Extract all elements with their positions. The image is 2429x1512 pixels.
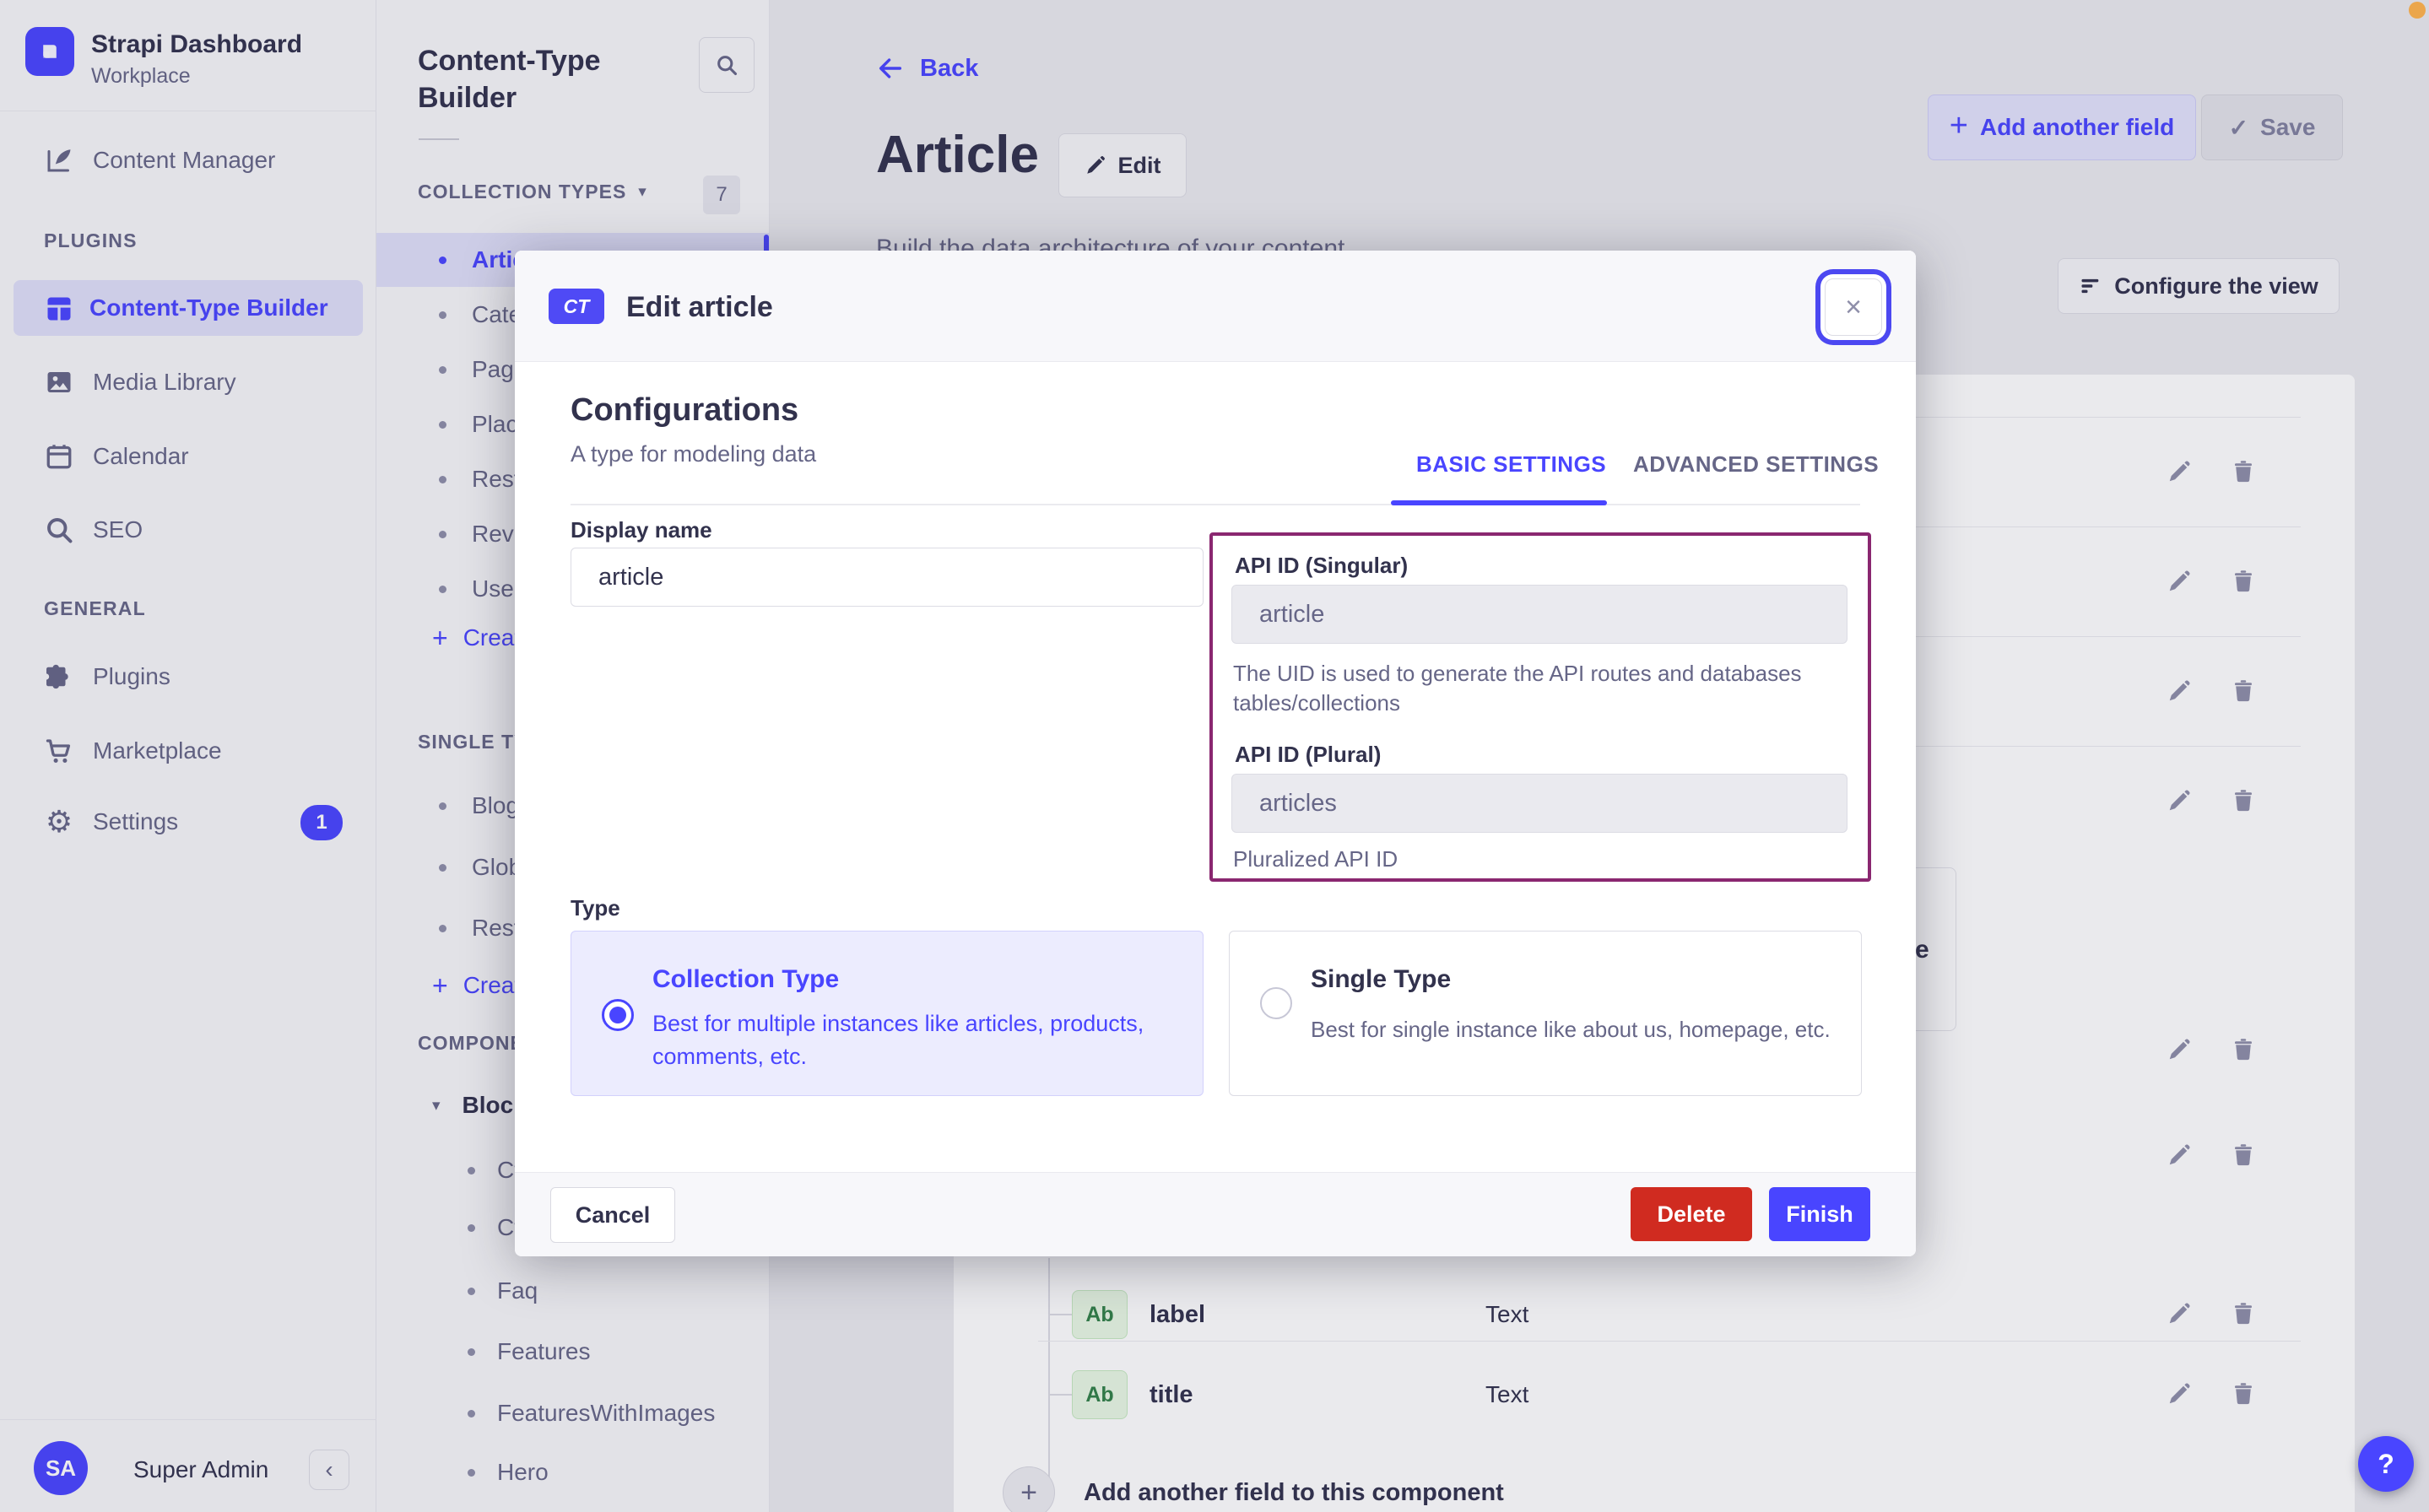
api-id-highlight-box: API ID (Singular) The UID is used to gen… (1209, 532, 1871, 882)
tab-advanced-settings[interactable]: ADVANCED SETTINGS (1633, 451, 1879, 478)
api-id-singular-hint: The UID is used to generate the API rout… (1233, 661, 1802, 716)
api-id-singular-field-wrap (1231, 585, 1847, 644)
tabs-divider (571, 504, 1860, 505)
api-id-plural-label: API ID (Plural) (1235, 742, 1382, 767)
radio-unselected-icon[interactable] (1260, 987, 1292, 1019)
api-id-plural-input[interactable] (1231, 774, 1847, 833)
display-name-label: Display name (571, 517, 712, 543)
radio-selected-icon[interactable] (602, 999, 634, 1031)
collection-type-title: Collection Type (652, 965, 840, 993)
api-id-plural-field-wrap (1231, 774, 1847, 833)
single-type-desc: Best for single instance like about us, … (1311, 1017, 1831, 1042)
finish-button[interactable]: Finish (1769, 1187, 1870, 1241)
modal-header: CT Edit article × (515, 251, 1916, 362)
active-tab-indicator (1391, 500, 1607, 505)
delete-button[interactable]: Delete (1631, 1187, 1752, 1241)
close-button[interactable]: × (1825, 278, 1882, 336)
cancel-button[interactable]: Cancel (550, 1187, 675, 1243)
content-type-badge: CT (549, 289, 604, 324)
api-id-singular-input[interactable] (1231, 585, 1847, 644)
modal-title: Edit article (626, 291, 773, 323)
single-type-title: Single Type (1311, 965, 1452, 993)
api-id-singular-label: API ID (Singular) (1235, 553, 1409, 578)
close-icon: × (1845, 290, 1862, 323)
modal-subheading: A type for modeling data (571, 441, 817, 467)
strapi-app: Strapi Dashboard Workplace Content Manag… (0, 0, 2429, 1512)
modal-heading: Configurations (571, 392, 799, 428)
edit-article-modal: CT Edit article × Configurations A type … (515, 251, 1916, 1256)
display-name-input[interactable] (571, 548, 1204, 607)
question-icon: ? (2378, 1448, 2394, 1479)
collection-type-option[interactable]: Collection Type Best for multiple instan… (571, 931, 1204, 1096)
api-id-plural-hint: Pluralized API ID (1233, 846, 1398, 872)
tab-basic-settings[interactable]: BASIC SETTINGS (1416, 451, 1606, 478)
help-button[interactable]: ? (2358, 1436, 2414, 1492)
modal-footer: Cancel Delete Finish (515, 1172, 1916, 1256)
type-label: Type (571, 895, 620, 921)
single-type-option[interactable]: Single Type Best for single instance lik… (1229, 931, 1862, 1096)
display-name-field-wrap (571, 548, 1204, 607)
collection-type-desc: Best for multiple instances like article… (652, 1011, 1144, 1070)
notification-dot (2409, 2, 2426, 19)
